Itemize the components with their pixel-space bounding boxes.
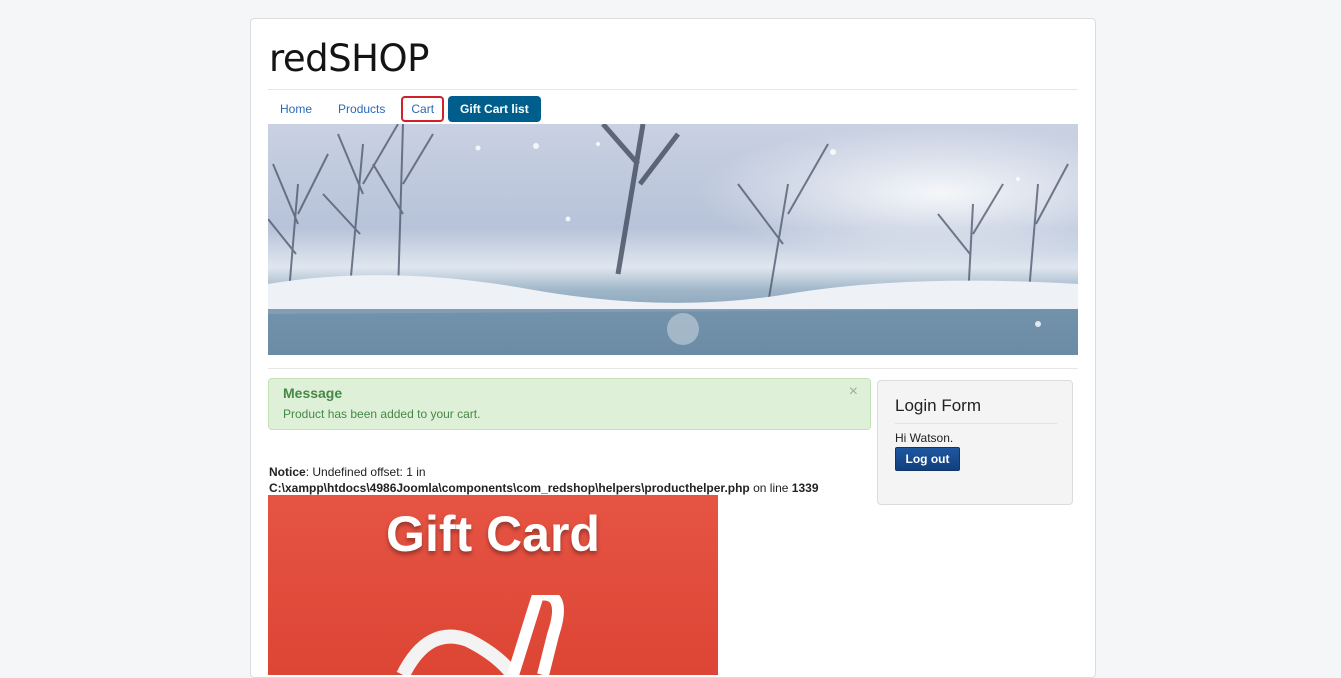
close-icon[interactable]: × <box>849 383 858 401</box>
divider <box>268 368 1078 369</box>
site-title: redSHOP <box>269 37 429 80</box>
php-notice: Notice: Undefined offset: 1 in C:\xampp\… <box>269 464 819 496</box>
message-alert: Message Product has been added to your c… <box>268 378 871 430</box>
login-greeting: Hi Watson. <box>895 431 954 445</box>
gift-card-title: Gift Card <box>386 506 600 562</box>
nav-item-products[interactable]: Products <box>326 96 397 122</box>
ribbon-icon <box>396 595 564 675</box>
alert-text: Product has been added to your cart. <box>283 407 481 421</box>
gift-card-image: Gift Card <box>268 495 718 675</box>
logout-button[interactable]: Log out <box>895 447 960 471</box>
notice-path: C:\xampp\htdocs\4986Joomla\components\co… <box>269 481 750 495</box>
alert-heading: Message <box>283 385 343 401</box>
notice-label: Notice <box>269 465 306 479</box>
login-module: Login Form Hi Watson. Log out <box>877 380 1073 505</box>
divider <box>268 89 1078 90</box>
nav-item-gift-cart-list[interactable]: Gift Cart list <box>448 96 541 122</box>
login-form-title: Login Form <box>895 396 1057 424</box>
notice-line-number: 1339 <box>791 481 819 495</box>
notice-text: : Undefined offset: 1 in <box>305 465 426 479</box>
nav-item-home[interactable]: Home <box>268 96 324 122</box>
winter-landscape-image <box>268 124 1078 355</box>
main-nav: Home Products Cart Gift Cart list <box>268 96 541 122</box>
notice-line-text: on line <box>749 481 792 495</box>
nav-item-cart[interactable]: Cart <box>401 96 445 122</box>
page-container: redSHOP Home Products Cart Gift Cart lis… <box>250 18 1096 678</box>
banner-image <box>268 124 1078 355</box>
